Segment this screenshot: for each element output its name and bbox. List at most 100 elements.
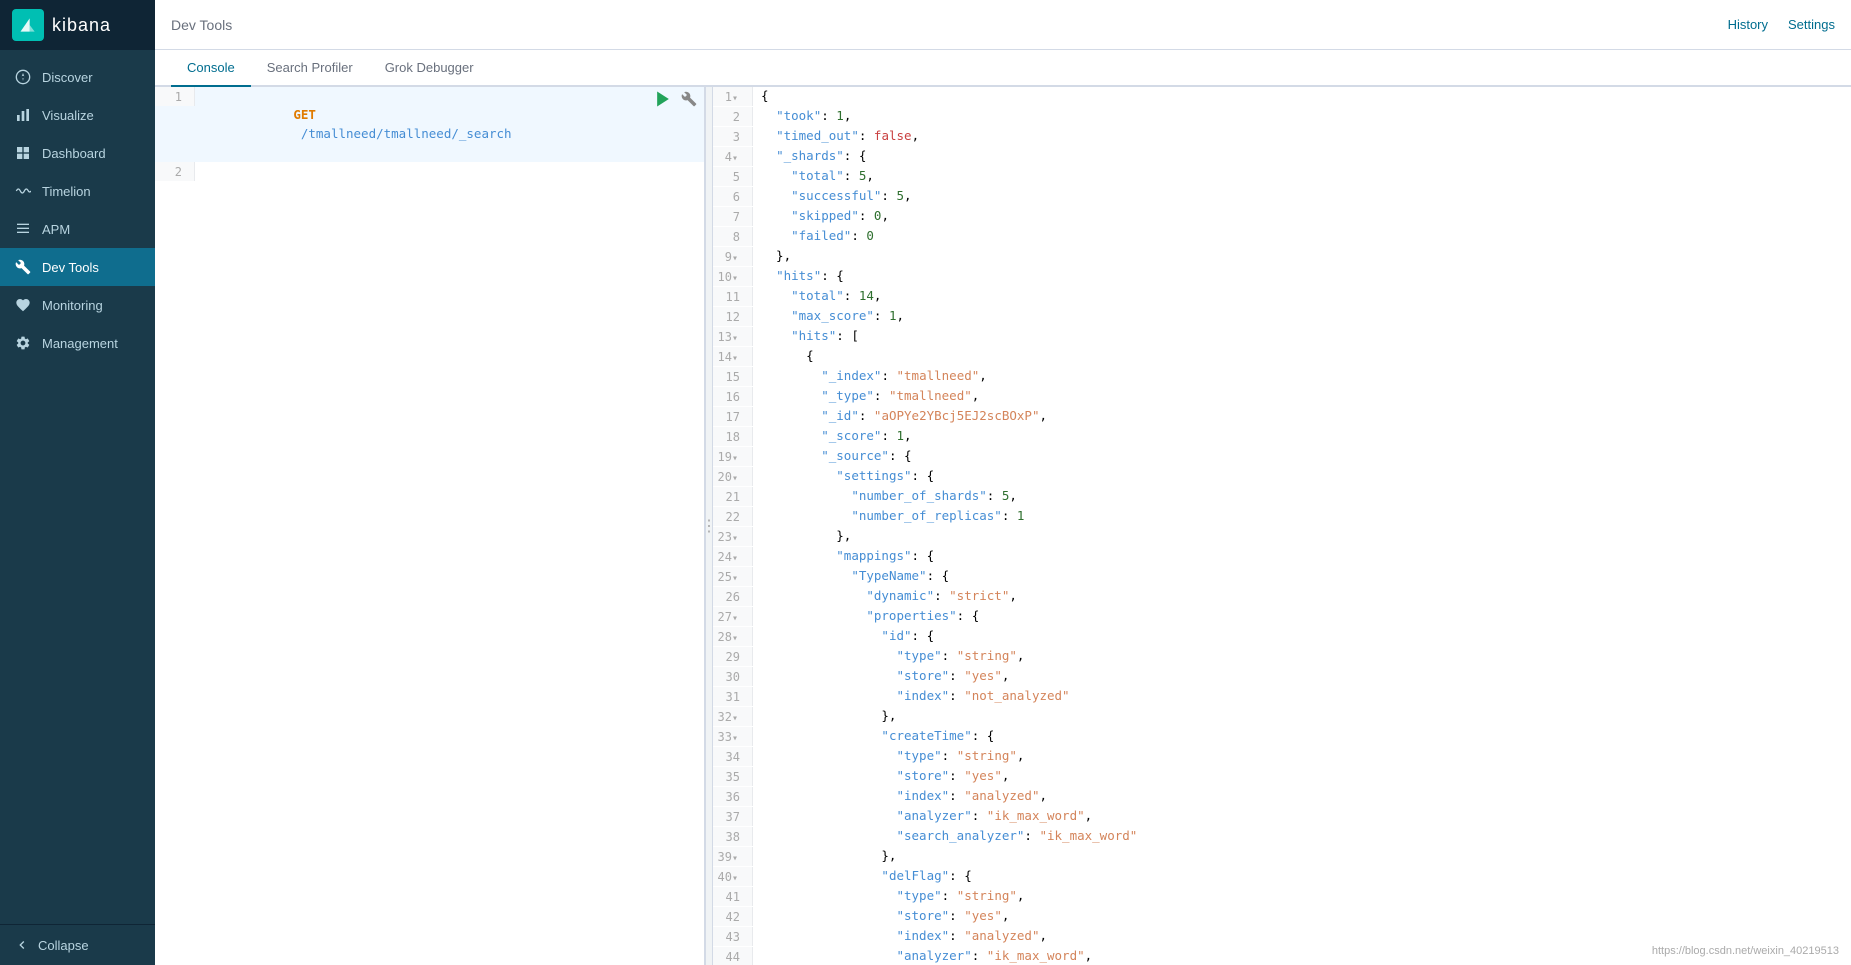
output-line-32: 32▾ }, bbox=[713, 707, 1851, 727]
output-line-content-38: "search_analyzer": "ik_max_word" bbox=[753, 827, 1851, 846]
output-line-19: 19▾ "_source": { bbox=[713, 447, 1851, 467]
fold-arrow-13[interactable]: ▾ bbox=[732, 333, 738, 344]
output-line-number-34: 34 bbox=[713, 747, 753, 766]
run-button[interactable] bbox=[652, 88, 674, 110]
fold-arrow-24[interactable]: ▾ bbox=[732, 553, 738, 564]
output-line-24: 24▾ "mappings": { bbox=[713, 547, 1851, 567]
fold-arrow-19[interactable]: ▾ bbox=[732, 453, 738, 464]
sidebar-item-timelion[interactable]: Timelion bbox=[0, 172, 155, 210]
output-line-number-1: 1▾ bbox=[713, 87, 753, 106]
output-line-number-39: 39▾ bbox=[713, 847, 753, 866]
watermark: https://blog.csdn.net/weixin_40219513 bbox=[1652, 945, 1839, 957]
tab-grok-debugger[interactable]: Grok Debugger bbox=[369, 50, 490, 87]
collapse-icon bbox=[14, 937, 30, 953]
sidebar-item-management-label: Management bbox=[42, 336, 118, 351]
sidebar-item-discover[interactable]: Discover bbox=[0, 58, 155, 96]
output-line-38: 38 "search_analyzer": "ik_max_word" bbox=[713, 827, 1851, 847]
output-line-content-40: "delFlag": { bbox=[753, 867, 1851, 886]
output-line-number-20: 20▾ bbox=[713, 467, 753, 486]
output-line-39: 39▾ }, bbox=[713, 847, 1851, 867]
fold-arrow-28[interactable]: ▾ bbox=[732, 633, 738, 644]
output-line-content-11: "total": 14, bbox=[753, 287, 1851, 306]
output-line-content-14: { bbox=[753, 347, 1851, 366]
output-line-content-15: "_index": "tmallneed", bbox=[753, 367, 1851, 386]
line-content-1[interactable]: GET /tmallneed/tmallneed/_search bbox=[195, 87, 648, 162]
line-content-2[interactable] bbox=[195, 162, 704, 181]
fold-arrow-23[interactable]: ▾ bbox=[732, 533, 738, 544]
fold-arrow-14[interactable]: ▾ bbox=[732, 353, 738, 364]
fold-arrow-27[interactable]: ▾ bbox=[732, 613, 738, 624]
history-link[interactable]: History bbox=[1728, 17, 1768, 32]
output-line-content-21: "number_of_shards": 5, bbox=[753, 487, 1851, 506]
fold-arrow-1[interactable]: ▾ bbox=[732, 93, 738, 104]
output-line-30: 30 "store": "yes", bbox=[713, 667, 1851, 687]
fold-arrow-25[interactable]: ▾ bbox=[732, 573, 738, 584]
list-icon bbox=[14, 220, 32, 238]
main-content: Dev Tools History Settings Console Searc… bbox=[155, 0, 1851, 965]
tab-console[interactable]: Console bbox=[171, 50, 251, 87]
output-line-number-3: 3 bbox=[713, 127, 753, 146]
output-line-7: 7 "skipped": 0, bbox=[713, 207, 1851, 227]
output-line-36: 36 "index": "analyzed", bbox=[713, 787, 1851, 807]
output-line-content-4: "_shards": { bbox=[753, 147, 1851, 166]
output-line-number-44: 44 bbox=[713, 947, 753, 965]
output-line-number-5: 5 bbox=[713, 167, 753, 186]
fold-arrow-33[interactable]: ▾ bbox=[732, 733, 738, 744]
output-line-17: 17 "_id": "aOPYe2YBcj5EJ2scBOxP", bbox=[713, 407, 1851, 427]
sidebar-item-monitoring[interactable]: Monitoring bbox=[0, 286, 155, 324]
output-line-content-10: "hits": { bbox=[753, 267, 1851, 286]
output-line-content-39: }, bbox=[753, 847, 1851, 866]
sidebar-item-dashboard-label: Dashboard bbox=[42, 146, 106, 161]
output-line-31: 31 "index": "not_analyzed" bbox=[713, 687, 1851, 707]
fold-arrow-20[interactable]: ▾ bbox=[732, 473, 738, 484]
output-line-number-40: 40▾ bbox=[713, 867, 753, 886]
pane-divider[interactable] bbox=[705, 87, 713, 965]
input-pane: 1 GET /tmallneed/tmallneed/_search bbox=[155, 87, 705, 965]
output-line-content-26: "dynamic": "strict", bbox=[753, 587, 1851, 606]
fold-arrow-40[interactable]: ▾ bbox=[732, 873, 738, 884]
output-line-content-1: { bbox=[753, 87, 1851, 106]
output-line-number-7: 7 bbox=[713, 207, 753, 226]
output-line-5: 5 "total": 5, bbox=[713, 167, 1851, 187]
output-line-number-32: 32▾ bbox=[713, 707, 753, 726]
tab-search-profiler[interactable]: Search Profiler bbox=[251, 50, 369, 87]
output-line-number-24: 24▾ bbox=[713, 547, 753, 566]
output-line-number-37: 37 bbox=[713, 807, 753, 826]
output-line-content-28: "id": { bbox=[753, 627, 1851, 646]
output-line-42: 42 "store": "yes", bbox=[713, 907, 1851, 927]
output-line-number-18: 18 bbox=[713, 427, 753, 446]
output-line-content-2: "took": 1, bbox=[753, 107, 1851, 126]
output-line-27: 27▾ "properties": { bbox=[713, 607, 1851, 627]
output-line-content-33: "createTime": { bbox=[753, 727, 1851, 746]
output-line-content-27: "properties": { bbox=[753, 607, 1851, 626]
fold-arrow-32[interactable]: ▾ bbox=[732, 713, 738, 724]
sidebar-item-management[interactable]: Management bbox=[0, 324, 155, 362]
output-line-number-35: 35 bbox=[713, 767, 753, 786]
fold-arrow-10[interactable]: ▾ bbox=[732, 273, 738, 284]
output-line-number-28: 28▾ bbox=[713, 627, 753, 646]
output-line-18: 18 "_score": 1, bbox=[713, 427, 1851, 447]
settings-link[interactable]: Settings bbox=[1788, 17, 1835, 32]
sidebar-item-dev-tools[interactable]: Dev Tools bbox=[0, 248, 155, 286]
output-line-number-29: 29 bbox=[713, 647, 753, 666]
output-line-33: 33▾ "createTime": { bbox=[713, 727, 1851, 747]
output-line-10: 10▾ "hits": { bbox=[713, 267, 1851, 287]
sidebar-item-dashboard[interactable]: Dashboard bbox=[0, 134, 155, 172]
output-line-number-38: 38 bbox=[713, 827, 753, 846]
output-line-content-5: "total": 5, bbox=[753, 167, 1851, 186]
fold-arrow-9[interactable]: ▾ bbox=[732, 253, 738, 264]
fold-arrow-4[interactable]: ▾ bbox=[732, 153, 738, 164]
output-line-3: 3 "timed_out": false, bbox=[713, 127, 1851, 147]
output-line-number-30: 30 bbox=[713, 667, 753, 686]
collapse-button[interactable]: Collapse bbox=[14, 937, 141, 953]
output-line-13: 13▾ "hits": [ bbox=[713, 327, 1851, 347]
fold-arrow-39[interactable]: ▾ bbox=[732, 853, 738, 864]
output-line-content-34: "type": "string", bbox=[753, 747, 1851, 766]
sidebar-item-apm[interactable]: APM bbox=[0, 210, 155, 248]
output-line-number-12: 12 bbox=[713, 307, 753, 326]
output-line-number-16: 16 bbox=[713, 387, 753, 406]
sidebar-item-visualize[interactable]: Visualize bbox=[0, 96, 155, 134]
output-line-number-6: 6 bbox=[713, 187, 753, 206]
wrench-button[interactable] bbox=[678, 88, 700, 110]
input-code-area[interactable]: 1 GET /tmallneed/tmallneed/_search bbox=[155, 87, 704, 965]
